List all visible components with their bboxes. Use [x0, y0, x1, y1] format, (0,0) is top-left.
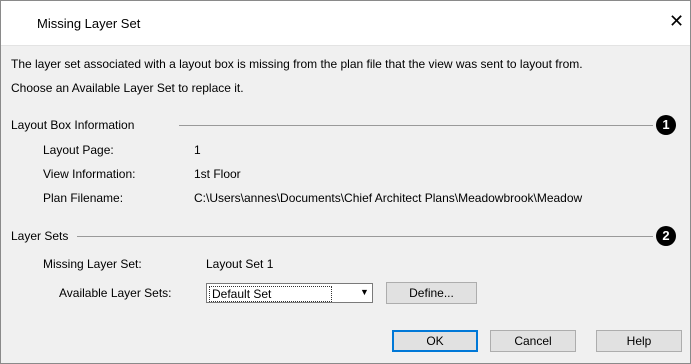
dropdown-arrow-icon[interactable]: ▼	[360, 287, 369, 297]
view-information-label: View Information:	[43, 167, 136, 181]
callout-marker-2: 2	[656, 226, 676, 246]
define-button[interactable]: Define...	[386, 282, 477, 304]
section-divider	[179, 125, 653, 126]
close-icon[interactable]: ✕	[669, 12, 684, 30]
help-button[interactable]: Help	[596, 330, 682, 352]
layout-box-information-heading: Layout Box Information	[11, 118, 135, 132]
callout-marker-1: 1	[656, 115, 676, 135]
layer-sets-heading: Layer Sets	[11, 229, 69, 243]
available-layer-sets-label: Available Layer Sets:	[59, 286, 172, 300]
missing-layer-set-value: Layout Set 1	[206, 257, 274, 271]
dialog-title: Missing Layer Set	[37, 16, 141, 31]
view-information-value: 1st Floor	[194, 167, 241, 181]
missing-layer-set-label: Missing Layer Set:	[43, 257, 142, 271]
description-line-1: The layer set associated with a layout b…	[11, 57, 583, 71]
ok-button[interactable]: OK	[392, 330, 478, 352]
title-bar: Missing Layer Set ✕	[1, 1, 690, 46]
description-line-2: Choose an Available Layer Set to replace…	[11, 81, 244, 95]
dropdown-selected-value: Default Set	[209, 286, 332, 302]
layout-page-label: Layout Page:	[43, 143, 114, 157]
plan-filename-label: Plan Filename:	[43, 191, 124, 205]
available-layer-sets-dropdown[interactable]: Default Set ▼	[206, 283, 373, 303]
cancel-button[interactable]: Cancel	[490, 330, 576, 352]
missing-layer-set-dialog: Missing Layer Set ✕ The layer set associ…	[0, 0, 691, 364]
plan-filename-value: C:\Users\annes\Documents\Chief Architect…	[194, 191, 583, 205]
layout-page-value: 1	[194, 143, 201, 157]
section-divider	[77, 236, 653, 237]
